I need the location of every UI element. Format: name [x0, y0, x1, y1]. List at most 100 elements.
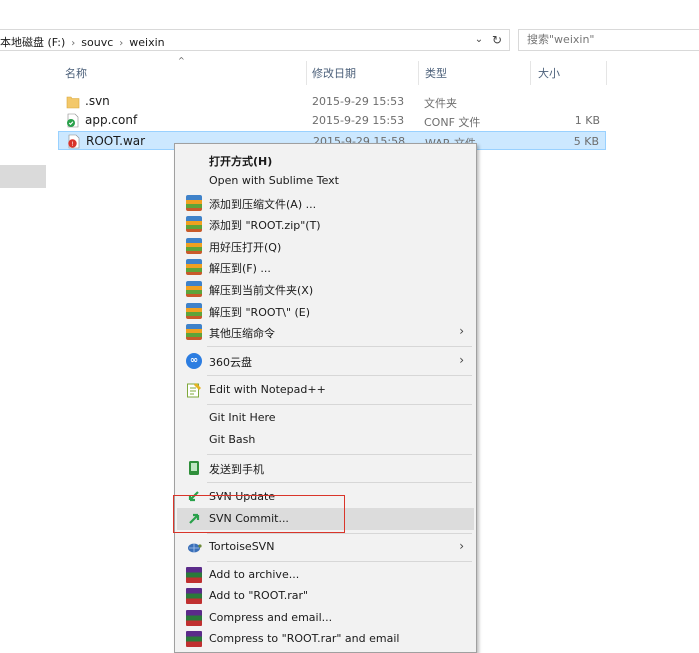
menu-separator	[207, 404, 472, 405]
sort-ascending-icon: ^	[178, 56, 185, 65]
menu-separator	[207, 561, 472, 562]
menu-item-compress-rar-email[interactable]: Compress to "ROOT.rar" and email	[177, 628, 474, 650]
column-header-size[interactable]: 大小	[538, 65, 560, 83]
menu-item-label: Compress to "ROOT.rar" and email	[209, 632, 400, 645]
menu-item-label: Open with Sublime Text	[209, 174, 339, 187]
file-type: 文件夹	[424, 97, 457, 110]
folder-icon	[66, 96, 80, 109]
menu-item-label: 用好压打开(Q)	[209, 241, 282, 254]
breadcrumb-separator: ›	[71, 38, 76, 49]
menu-item-label: 解压到(F) ...	[209, 262, 271, 275]
file-name: app.conf	[85, 113, 138, 127]
file-date: 2015-9-29 15:53	[312, 114, 405, 127]
menu-separator	[207, 375, 472, 376]
menu-item-add-to-rar[interactable]: Add to "ROOT.rar"	[177, 585, 474, 607]
menu-item-360-cloud[interactable]: ∞ 360云盘 ›	[177, 350, 474, 372]
menu-item-add-to-zip[interactable]: 添加到 "ROOT.zip"(T)	[177, 213, 474, 235]
file-row-svn[interactable]: .svn 2015-9-29 15:53 文件夹	[58, 92, 606, 111]
menu-item-label: Add to "ROOT.rar"	[209, 589, 309, 602]
war-file-icon: !	[68, 134, 80, 149]
chevron-down-icon[interactable]: ⌄	[472, 33, 486, 47]
menu-item-label: 添加到压缩文件(A) ...	[209, 198, 317, 211]
winrar-icon	[186, 238, 202, 254]
menu-item-git-init[interactable]: Git Init Here	[177, 407, 474, 429]
menu-item-add-to-archive-cn[interactable]: 添加到压缩文件(A) ...	[177, 192, 474, 214]
rar-books-icon	[186, 588, 202, 604]
column-divider[interactable]	[606, 61, 607, 85]
chevron-right-icon: ›	[459, 353, 464, 367]
menu-item-compress-email[interactable]: Compress and email...	[177, 607, 474, 629]
svg-text:!: !	[71, 141, 73, 148]
file-name: ROOT.war	[86, 134, 146, 148]
menu-item-extract-to[interactable]: 解压到(F) ...	[177, 256, 474, 278]
rar-books-icon	[186, 631, 202, 647]
chevron-right-icon: ›	[459, 324, 464, 338]
search-input[interactable]	[527, 33, 692, 46]
menu-item-git-bash[interactable]: Git Bash	[177, 429, 474, 451]
breadcrumb: 本地磁盘 (F:) › souvc › weixin	[0, 34, 165, 50]
phone-icon	[189, 461, 199, 475]
column-divider[interactable]	[530, 61, 531, 85]
file-size: 5 KB	[573, 135, 599, 148]
menu-separator	[207, 346, 472, 347]
address-bar[interactable]: 本地磁盘 (F:) › souvc › weixin ⌄ ↻	[0, 29, 510, 51]
menu-item-label: 其他压缩命令	[209, 327, 275, 340]
winrar-icon	[186, 216, 202, 232]
column-header-name[interactable]: 名称	[65, 65, 87, 83]
menu-separator	[207, 533, 472, 534]
file-date: 2015-9-29 15:53	[312, 95, 405, 108]
menu-item-label: 发送到手机	[209, 463, 264, 476]
menu-item-extract-here[interactable]: 解压到当前文件夹(X)	[177, 278, 474, 300]
menu-item-tortoisesvn[interactable]: TortoiseSVN ›	[177, 536, 474, 558]
file-size: 1 KB	[574, 114, 600, 127]
menu-separator	[207, 482, 472, 483]
title-area	[0, 0, 699, 26]
menu-item-open-sublime[interactable]: Open with Sublime Text	[177, 170, 474, 192]
column-header-type[interactable]: 类型	[425, 65, 447, 83]
tortoisesvn-icon	[188, 543, 202, 553]
menu-item-label: Compress and email...	[209, 611, 333, 624]
menu-item-label: TortoiseSVN	[209, 540, 275, 553]
winrar-icon	[186, 324, 202, 340]
rar-books-icon	[186, 610, 202, 626]
refresh-icon[interactable]: ↻	[489, 32, 505, 48]
svn-file-icon	[67, 113, 79, 128]
winrar-icon	[186, 281, 202, 297]
menu-item-add-to-archive[interactable]: Add to archive...	[177, 564, 474, 586]
menu-item-label: 360云盘	[209, 356, 252, 369]
file-type: CONF 文件	[424, 116, 481, 129]
menu-item-label: 添加到 "ROOT.zip"(T)	[209, 219, 321, 232]
rar-books-icon	[186, 567, 202, 583]
winrar-icon	[186, 195, 202, 211]
column-divider[interactable]	[306, 61, 307, 85]
breadcrumb-drive[interactable]: 本地磁盘 (F:)	[0, 36, 65, 49]
menu-item-open-haozip[interactable]: 用好压打开(Q)	[177, 235, 474, 257]
menu-item-extract-to-root[interactable]: 解压到 "ROOT\" (E)	[177, 300, 474, 322]
chevron-right-icon: ›	[459, 539, 464, 553]
winrar-icon	[186, 303, 202, 319]
cloud-360-icon: ∞	[186, 353, 202, 369]
menu-item-send-to-phone[interactable]: 发送到手机	[177, 457, 474, 479]
winrar-icon	[186, 259, 202, 275]
column-divider[interactable]	[418, 61, 419, 85]
annotation-highlight-box	[173, 495, 345, 533]
menu-separator	[207, 454, 472, 455]
search-box[interactable]	[518, 29, 699, 51]
menu-item-other-compress[interactable]: 其他压缩命令 ›	[177, 321, 474, 343]
file-row-app-conf[interactable]: app.conf 2015-9-29 15:53 CONF 文件 1 KB	[58, 111, 606, 130]
menu-item-label: 解压到当前文件夹(X)	[209, 284, 314, 297]
menu-item-label: Git Bash	[209, 433, 256, 446]
nav-pane-selected-item[interactable]	[0, 165, 46, 188]
column-header-date[interactable]: 修改日期	[312, 65, 356, 83]
menu-item-label: Add to archive...	[209, 568, 300, 581]
file-name: .svn	[85, 94, 110, 108]
breadcrumb-separator: ›	[119, 38, 124, 49]
menu-item-open-with[interactable]: 打开方式(H)	[177, 149, 474, 171]
breadcrumb-weixin[interactable]: weixin	[129, 36, 164, 49]
breadcrumb-souvc[interactable]: souvc	[81, 36, 113, 49]
menu-item-label: 解压到 "ROOT\" (E)	[209, 306, 311, 319]
menu-item-label: Git Init Here	[209, 411, 276, 424]
menu-item-notepad-plus[interactable]: Edit with Notepad++	[177, 379, 474, 401]
context-menu: 打开方式(H) Open with Sublime Text 添加到压缩文件(A…	[174, 143, 477, 653]
menu-item-label: 打开方式(H)	[209, 155, 273, 168]
